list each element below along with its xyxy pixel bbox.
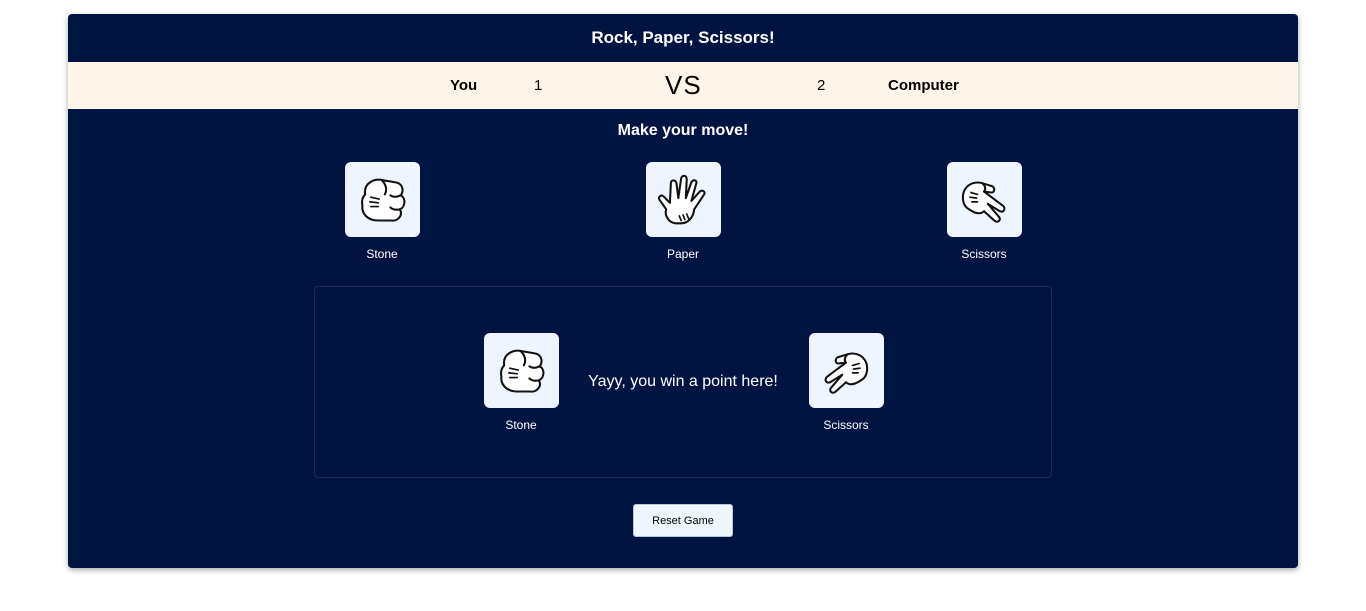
scissors-hand-icon bbox=[961, 180, 1006, 223]
vs-label: VS bbox=[665, 70, 702, 100]
scissors-button[interactable] bbox=[946, 162, 1022, 237]
choice-scissors: Scissors bbox=[924, 162, 1044, 261]
choice-paper: Paper bbox=[623, 162, 743, 261]
title-bar: Rock, Paper, Scissors! bbox=[68, 14, 1298, 62]
stone-button[interactable] bbox=[344, 162, 420, 237]
open-hand-icon bbox=[658, 174, 706, 224]
computer-label: Computer bbox=[888, 77, 959, 94]
game-container: Rock, Paper, Scissors! You 1 VS 2 Comput… bbox=[68, 14, 1298, 568]
player-label: You bbox=[450, 77, 478, 94]
choice-label-stone: Stone bbox=[366, 247, 398, 261]
result-message: Yayy, you win a point here! bbox=[588, 373, 778, 390]
result-player-label: Stone bbox=[505, 418, 537, 432]
result-computer-tile bbox=[808, 333, 884, 408]
computer-score: 2 bbox=[817, 77, 826, 94]
scoreboard: You 1 VS 2 Computer bbox=[68, 62, 1298, 109]
choice-label-scissors: Scissors bbox=[961, 247, 1007, 261]
reset-game-button[interactable]: Reset Game bbox=[633, 504, 733, 537]
fist-icon bbox=[361, 178, 406, 222]
scissors-hand-icon bbox=[824, 351, 869, 394]
app-title: Rock, Paper, Scissors! bbox=[591, 28, 775, 47]
result-player-tile bbox=[483, 333, 559, 408]
result-computer-label: Scissors bbox=[823, 418, 869, 432]
player-score: 1 bbox=[534, 77, 543, 94]
paper-button[interactable] bbox=[645, 162, 721, 237]
fist-icon bbox=[500, 349, 545, 393]
result-computer-choice: Scissors bbox=[786, 333, 906, 432]
move-prompt: Make your move! bbox=[617, 122, 749, 139]
choice-label-paper: Paper bbox=[666, 247, 700, 261]
choice-stone: Stone bbox=[322, 162, 442, 261]
result-panel: Stone Yayy, you win a point here! Scisso… bbox=[314, 286, 1052, 478]
